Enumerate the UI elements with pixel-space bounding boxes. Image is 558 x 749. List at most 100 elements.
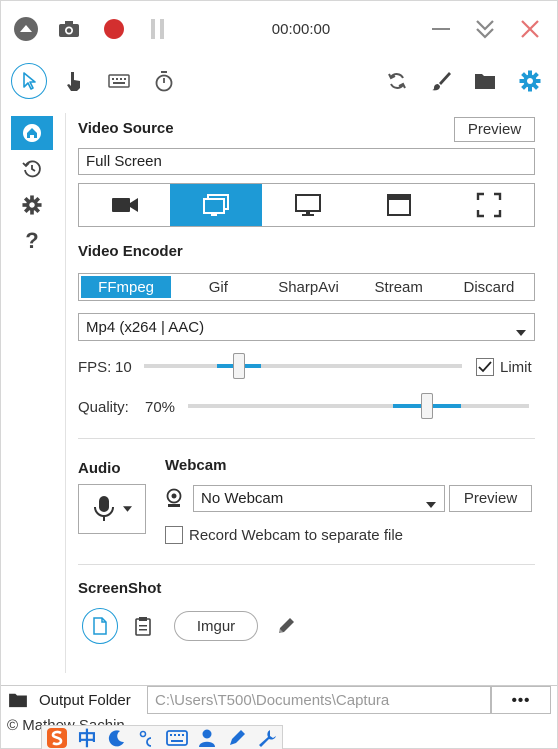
monitor-icon <box>294 194 321 216</box>
chevron-down-icon <box>516 323 526 340</box>
sogou-logo-icon[interactable] <box>44 727 70 749</box>
close-icon <box>521 20 539 38</box>
fps-value: 10 <box>115 359 132 376</box>
output-folder-label: Output Folder <box>39 691 131 709</box>
tool-row <box>1 63 557 105</box>
captura-window: 00:00:00 ? Video Source Preview Full Scr… <box>0 0 558 749</box>
hand-pointer-icon <box>67 72 80 91</box>
pencil-icon <box>279 618 294 633</box>
keystrokes-tool[interactable] <box>101 63 137 99</box>
webcam-icon <box>165 488 183 513</box>
output-folder-bar: Output Folder C:\Users\T500\Documents\Ca… <box>1 685 557 714</box>
quality-label: Quality: <box>78 399 129 416</box>
tab-sharpavi[interactable]: SharpAvi <box>263 274 353 300</box>
quality-value: 70% <box>145 399 176 416</box>
minimize-icon <box>432 28 450 30</box>
tab-ffmpeg[interactable]: FFmpeg <box>81 276 172 298</box>
nav-home[interactable] <box>11 116 53 150</box>
video-camera-icon <box>111 198 138 212</box>
webcam-dropdown[interactable]: No Webcam <box>193 485 445 512</box>
codec-value: Mp4 (x264 | AAC) <box>86 318 205 336</box>
question-icon: ? <box>25 228 39 253</box>
video-source-field[interactable]: Full Screen <box>78 148 535 175</box>
pause-icon <box>151 19 164 39</box>
pointer-tool[interactable] <box>11 63 47 99</box>
collapse-button[interactable] <box>12 15 40 43</box>
pause-button[interactable] <box>144 15 172 43</box>
region-select-icon <box>476 192 502 218</box>
nav-divider <box>65 113 66 673</box>
refresh-button[interactable] <box>379 63 415 99</box>
timer-tool[interactable] <box>146 63 182 99</box>
folder-icon <box>9 693 27 708</box>
imgur-upload-button[interactable]: Imgur <box>174 611 258 641</box>
pen-icon[interactable] <box>224 727 250 749</box>
source-webcam-option[interactable] <box>79 184 170 226</box>
cursor-icon <box>23 72 36 90</box>
nav-about[interactable]: ? <box>11 224 53 258</box>
limit-checkbox[interactable] <box>476 358 494 376</box>
brush-icon <box>432 72 451 91</box>
output-folder-button[interactable]: Output Folder <box>7 686 131 714</box>
output-path-field[interactable]: C:\Users\T500\Documents\Captura <box>147 686 491 714</box>
save-to-disk-option[interactable] <box>82 608 118 644</box>
microphone-icon <box>93 496 114 521</box>
separate-file-label: Record Webcam to separate file <box>189 527 403 544</box>
open-folder-button[interactable] <box>467 63 503 99</box>
limit-label: Limit <box>500 359 532 376</box>
folder-icon <box>475 74 495 89</box>
camera-icon <box>59 21 79 37</box>
overlay-brush-button[interactable] <box>423 63 459 99</box>
home-icon <box>23 124 41 142</box>
source-region-option[interactable] <box>444 184 534 226</box>
minimize-to-tray-button[interactable] <box>471 15 499 43</box>
punctuation-icon[interactable] <box>134 727 160 749</box>
nav-history[interactable] <box>11 152 53 186</box>
source-screen-option[interactable] <box>170 184 262 226</box>
encoder-tabs: FFmpeg Gif SharpAvi Stream Discard <box>78 273 535 301</box>
side-nav: ? <box>1 113 63 673</box>
separate-file-checkbox[interactable] <box>165 526 183 544</box>
source-window-option[interactable] <box>353 184 444 226</box>
chevron-down-icon <box>426 495 436 512</box>
screenshot-editor-button[interactable] <box>276 616 296 641</box>
webcam-preview-button[interactable]: Preview <box>449 485 532 512</box>
fps-slider-thumb[interactable] <box>233 353 246 379</box>
clipboard-option[interactable] <box>134 616 152 641</box>
tab-discard[interactable]: Discard <box>444 274 534 300</box>
microphone-dropdown[interactable] <box>78 484 146 534</box>
more-options-button[interactable]: ••• <box>491 686 551 714</box>
nav-settings[interactable] <box>11 188 53 222</box>
gear-icon <box>519 70 541 92</box>
video-encoder-heading: Video Encoder <box>78 243 183 260</box>
user-icon[interactable] <box>194 727 220 749</box>
ime-toolbar: 中 <box>41 725 283 749</box>
keyboard-icon <box>108 74 130 88</box>
ime-mode-indicator[interactable]: 中 <box>74 727 100 749</box>
webcam-heading: Webcam <box>165 457 227 474</box>
collapse-icon <box>14 17 38 41</box>
tab-stream[interactable]: Stream <box>354 274 444 300</box>
fps-slider-track[interactable] <box>144 364 462 368</box>
source-monitor-option[interactable] <box>262 184 353 226</box>
codec-dropdown[interactable]: Mp4 (x264 | AAC) <box>78 313 535 341</box>
close-button[interactable] <box>516 15 544 43</box>
record-button[interactable] <box>100 15 128 43</box>
fps-label: FPS: <box>78 359 112 376</box>
double-chevron-down-icon <box>476 20 494 39</box>
tab-gif[interactable]: Gif <box>173 274 263 300</box>
quality-slider-track[interactable] <box>188 404 529 408</box>
keyboard-icon[interactable] <box>164 727 190 749</box>
minimize-button[interactable] <box>427 15 455 43</box>
screenshot-button[interactable] <box>55 15 83 43</box>
moon-icon[interactable] <box>104 727 130 749</box>
video-preview-button[interactable]: Preview <box>454 117 535 142</box>
quality-slider-thumb[interactable] <box>420 393 433 419</box>
history-icon <box>22 160 41 178</box>
wrench-icon[interactable] <box>254 727 280 749</box>
mouse-clicks-tool[interactable] <box>56 63 92 99</box>
settings-button[interactable] <box>512 63 548 99</box>
chevron-down-icon <box>122 506 132 512</box>
video-source-kind-selector <box>78 183 535 227</box>
webcam-value: No Webcam <box>201 490 284 507</box>
